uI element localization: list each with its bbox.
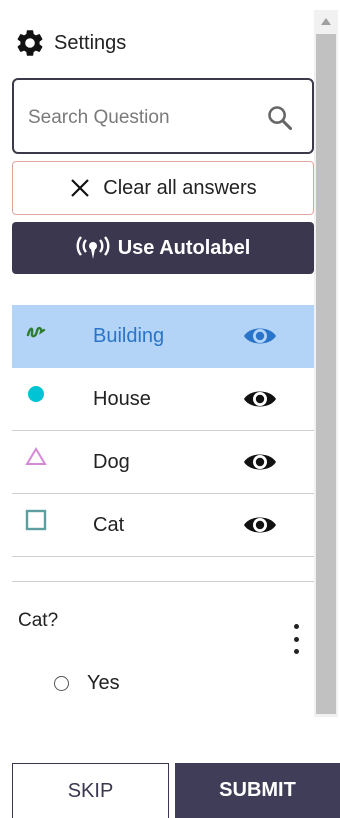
label-name: Cat	[93, 514, 125, 536]
use-autolabel-label: Use Autolabel	[117, 236, 251, 259]
close-icon	[71, 179, 90, 197]
visibility-eye-icon[interactable]	[242, 386, 278, 412]
clear-all-answers-label: Clear all answers	[103, 176, 257, 199]
scrollbar-thumb[interactable]	[316, 34, 336, 714]
scroll-up-arrow-icon[interactable]	[314, 10, 338, 32]
label-name: Dog	[93, 451, 130, 473]
answer-option-yes[interactable]: Yes	[54, 670, 120, 696]
label-item-house[interactable]: House	[12, 368, 314, 431]
visibility-eye-icon[interactable]	[242, 512, 278, 538]
label-item-building[interactable]: Building	[12, 305, 314, 368]
annotation-panel: Settings Clear all answers Use Autolabel	[0, 0, 340, 818]
label-list: Building House Dog Cat	[12, 305, 314, 557]
visibility-eye-icon[interactable]	[242, 323, 278, 349]
skip-button[interactable]: SKIP	[12, 763, 169, 818]
gear-icon	[17, 30, 43, 56]
triangle-icon	[24, 445, 48, 469]
polyline-icon	[24, 319, 48, 343]
radio-button[interactable]	[54, 675, 69, 691]
question-text: Cat?	[18, 610, 59, 631]
more-options-icon[interactable]	[288, 624, 304, 654]
search-box	[12, 78, 314, 154]
submit-button[interactable]: SUBMIT	[175, 763, 340, 818]
use-autolabel-button[interactable]: Use Autolabel	[12, 222, 314, 274]
point-icon	[24, 382, 48, 406]
label-item-cat[interactable]: Cat	[12, 494, 314, 557]
label-name: House	[93, 388, 151, 410]
answer-option-label: Yes	[87, 671, 120, 694]
rectangle-icon	[24, 508, 48, 532]
clear-all-answers-button[interactable]: Clear all answers	[12, 161, 314, 215]
broadcast-icon	[76, 236, 110, 259]
settings-label: Settings	[54, 31, 127, 54]
search-input[interactable]	[28, 102, 258, 134]
visibility-eye-icon[interactable]	[242, 449, 278, 475]
section-divider	[12, 581, 314, 582]
scrollbar[interactable]	[314, 10, 338, 717]
settings-header[interactable]: Settings	[14, 28, 126, 58]
search-icon[interactable]	[266, 104, 294, 132]
label-item-dog[interactable]: Dog	[12, 431, 314, 494]
label-name: Building	[93, 325, 165, 347]
